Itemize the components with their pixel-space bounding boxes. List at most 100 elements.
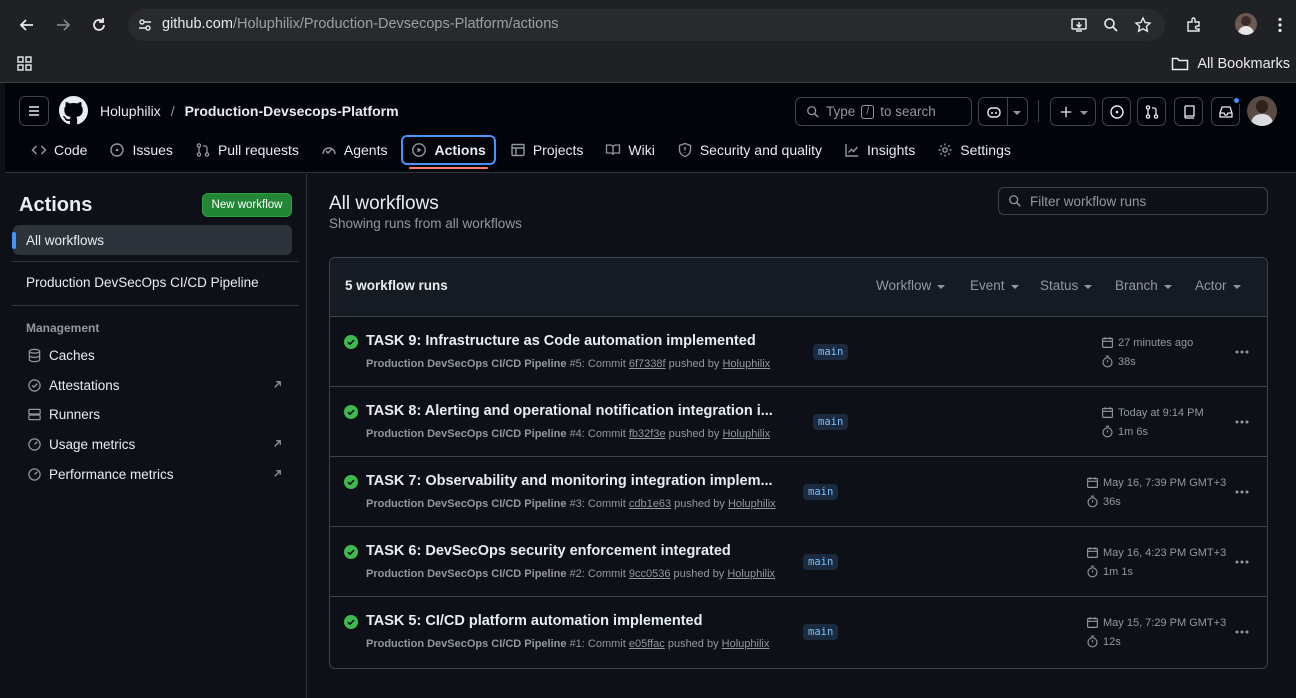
github-logo-icon[interactable] <box>59 96 88 125</box>
kebab-menu-icon[interactable] <box>1234 344 1250 360</box>
create-new-button[interactable] <box>1050 97 1096 126</box>
reload-icon[interactable] <box>87 13 111 37</box>
branch-label[interactable]: main <box>813 344 849 360</box>
forward-icon[interactable] <box>51 13 75 37</box>
stopwatch-icon <box>1102 355 1113 368</box>
all-bookmarks-button[interactable]: All Bookmarks <box>1171 56 1290 72</box>
workflow-run-row[interactable]: TASK 6: DevSecOps security enforcement i… <box>330 527 1267 597</box>
sidebar-item-all-workflows[interactable]: All workflows <box>12 225 292 255</box>
repo-owner-link[interactable]: Holuphilix <box>100 103 161 119</box>
stopwatch-icon <box>1087 565 1098 578</box>
kebab-menu-icon[interactable] <box>1234 554 1250 570</box>
commit-link[interactable]: fb32f3e <box>629 428 666 440</box>
tab-security[interactable]: Security and quality <box>669 135 830 165</box>
bookmark-star-icon[interactable] <box>1131 13 1155 37</box>
tab-code[interactable]: Code <box>23 135 95 165</box>
status-filter-dropdown[interactable]: Status <box>1040 278 1093 293</box>
site-info-icon[interactable] <box>137 17 153 33</box>
filter-workflow-runs-input[interactable]: Filter workflow runs <box>998 187 1268 215</box>
user-avatar[interactable] <box>1247 96 1277 126</box>
extensions-icon[interactable] <box>1182 13 1206 37</box>
kebab-menu-icon[interactable] <box>1234 414 1250 430</box>
hamburger-menu-icon[interactable] <box>19 96 49 126</box>
sidebar-item-runners[interactable]: Runners <box>27 403 283 425</box>
gear-icon <box>938 143 952 157</box>
sidebar-item-caches[interactable]: Caches <box>27 344 283 366</box>
actions-sidebar: Actions New workflow All workflows Produ… <box>5 174 307 698</box>
issue-icon <box>110 143 125 157</box>
commit-link[interactable]: cdb1e63 <box>629 498 671 510</box>
install-app-icon[interactable] <box>1067 13 1091 37</box>
workflow-run-row[interactable]: TASK 7: Observability and monitoring int… <box>330 457 1267 527</box>
run-time: May 16, 7:39 PM GMT+3 <box>1086 476 1226 489</box>
run-title-link[interactable]: TASK 8: Alerting and operational notific… <box>366 403 773 419</box>
run-title-link[interactable]: TASK 9: Infrastructure as Code automatio… <box>366 333 756 349</box>
branch-filter-dropdown[interactable]: Branch <box>1115 278 1172 293</box>
user-link[interactable]: Holuphilix <box>722 428 770 440</box>
tab-settings[interactable]: Settings <box>929 135 1019 165</box>
run-meta: Production DevSecOps CI/CD Pipeline #5: … <box>366 358 771 370</box>
workflow-run-row[interactable]: TASK 5: CI/CD platform automation implem… <box>330 597 1267 667</box>
tab-pull-requests[interactable]: Pull requests <box>187 135 307 165</box>
run-time: May 15, 7:29 PM GMT+3 <box>1086 616 1226 629</box>
browser-toolbar: github.com/Holuphilix/Production-Devseco… <box>0 0 1296 50</box>
search-input[interactable]: Type / to search <box>795 97 972 126</box>
back-icon[interactable] <box>15 13 39 37</box>
server-icon <box>28 408 41 420</box>
run-meta: Production DevSecOps CI/CD Pipeline #3: … <box>366 498 776 510</box>
event-filter-dropdown[interactable]: Event <box>970 278 1019 293</box>
notification-dot <box>1232 96 1241 105</box>
run-title-link[interactable]: TASK 7: Observability and monitoring int… <box>366 473 773 489</box>
branch-label[interactable]: main <box>803 554 839 570</box>
profile-avatar[interactable] <box>1235 13 1257 35</box>
repo-name-link[interactable]: Production-Devsecops-Platform <box>185 103 399 119</box>
commit-link[interactable]: 6f7338f <box>629 358 666 370</box>
sidebar-item-pipeline[interactable]: Production DevSecOps CI/CD Pipeline <box>26 275 259 290</box>
tab-wiki[interactable]: Wiki <box>597 135 662 165</box>
run-title-link[interactable]: TASK 5: CI/CD platform automation implem… <box>366 613 702 629</box>
user-link[interactable]: Holuphilix <box>722 638 770 650</box>
browser-menu-icon[interactable] <box>1268 13 1292 37</box>
folder-icon <box>1172 57 1189 71</box>
kebab-menu-icon[interactable] <box>1234 624 1250 640</box>
run-duration: 38s <box>1101 355 1136 368</box>
tab-projects[interactable]: Projects <box>502 135 592 165</box>
run-title-link[interactable]: TASK 6: DevSecOps security enforcement i… <box>366 543 731 559</box>
tab-actions[interactable]: Actions <box>401 135 496 169</box>
success-check-icon <box>344 335 358 349</box>
tab-insights[interactable]: Insights <box>836 135 923 165</box>
zoom-icon[interactable] <box>1099 13 1123 37</box>
tab-issues[interactable]: Issues <box>101 135 180 165</box>
agents-icon <box>322 147 336 155</box>
sidebar-item-attestations[interactable]: Attestations <box>27 374 283 396</box>
issues-button[interactable] <box>1102 97 1131 126</box>
workflow-filter-dropdown[interactable]: Workflow <box>876 278 946 293</box>
workflow-run-row[interactable]: TASK 8: Alerting and operational notific… <box>330 387 1267 457</box>
commit-link[interactable]: e05ffac <box>629 638 665 650</box>
user-link[interactable]: Holuphilix <box>727 568 775 580</box>
calendar-icon <box>1087 547 1098 558</box>
branch-label[interactable]: main <box>813 414 849 430</box>
branch-label[interactable]: main <box>803 484 839 500</box>
commit-link[interactable]: 9cc0536 <box>629 568 671 580</box>
apps-grid-icon[interactable] <box>16 55 34 73</box>
user-link[interactable]: Holuphilix <box>722 358 770 370</box>
sidebar-item-performance-metrics[interactable]: Performance metrics <box>27 463 283 485</box>
workflow-run-row[interactable]: TASK 9: Infrastructure as Code automatio… <box>330 317 1267 387</box>
repo-tabs: Code Issues Pull requests Agents Actions… <box>5 135 1025 171</box>
copilot-button[interactable] <box>978 97 1028 126</box>
user-link[interactable]: Holuphilix <box>728 498 776 510</box>
management-heading: Management <box>26 321 100 335</box>
plus-icon <box>1060 106 1071 117</box>
actor-filter-dropdown[interactable]: Actor <box>1195 278 1241 293</box>
sidebar-item-usage-metrics[interactable]: Usage metrics <box>27 433 283 455</box>
address-bar[interactable]: github.com/Holuphilix/Production-Devseco… <box>128 9 1165 41</box>
tab-agents[interactable]: Agents <box>313 135 396 165</box>
repositories-button[interactable] <box>1174 97 1203 126</box>
pull-requests-button[interactable] <box>1137 97 1166 126</box>
new-workflow-button[interactable]: New workflow <box>202 193 292 217</box>
run-time: May 16, 4:23 PM GMT+3 <box>1086 546 1226 559</box>
branch-label[interactable]: main <box>803 624 839 640</box>
database-icon <box>28 348 41 362</box>
kebab-menu-icon[interactable] <box>1234 484 1250 500</box>
